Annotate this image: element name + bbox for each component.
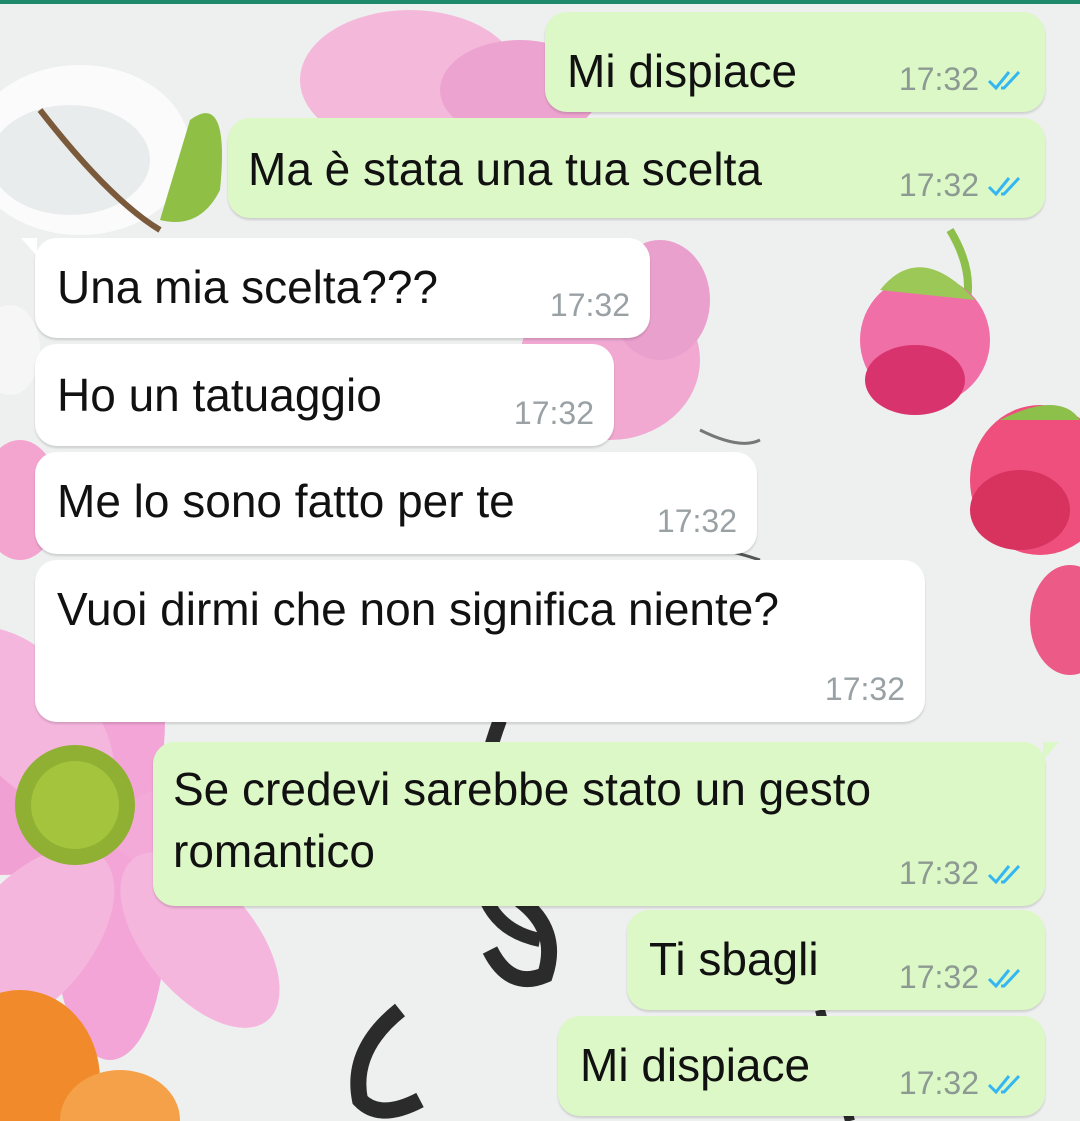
- incoming-message[interactable]: Vuoi dirmi che non significa niente? 17:…: [35, 560, 925, 722]
- outgoing-message[interactable]: Se credevi sarebbe stato un gesto romant…: [153, 742, 1059, 906]
- message-meta: 17:32: [550, 287, 630, 324]
- message-time: 17:32: [898, 167, 979, 203]
- toolbar-divider: [0, 0, 1080, 4]
- outgoing-message[interactable]: Mi dispiace 17:32: [558, 1016, 1045, 1116]
- incoming-message[interactable]: Ho un tatuaggio 17:32: [35, 344, 614, 446]
- message-text: Mi dispiace: [580, 1039, 811, 1091]
- message-time: 17:32: [656, 503, 737, 539]
- message-time: 17:32: [898, 855, 979, 891]
- message-time: 17:32: [824, 671, 905, 707]
- message-text: Se credevi sarebbe stato un gesto romant…: [173, 763, 872, 877]
- message-text: Vuoi dirmi che non significa niente?: [57, 583, 779, 635]
- outgoing-message[interactable]: Mi dispiace 17:32: [545, 12, 1045, 112]
- read-double-check-icon: [987, 70, 1021, 90]
- incoming-message[interactable]: Una mia scelta??? 17:32: [21, 238, 650, 338]
- message-time: 17:32: [898, 61, 979, 97]
- message-meta: 17:32: [657, 503, 737, 540]
- bubble-tail: [21, 238, 37, 256]
- message-meta: 17:32: [825, 671, 905, 708]
- message-meta: 17:32: [899, 1065, 1025, 1102]
- message-time: 17:32: [898, 1065, 979, 1101]
- message-meta: 17:32: [514, 395, 594, 432]
- message-time: 17:32: [513, 395, 594, 431]
- read-double-check-icon: [987, 176, 1021, 196]
- message-meta: 17:32: [899, 61, 1025, 98]
- outgoing-message[interactable]: Ma è stata una tua scelta 17:32: [228, 118, 1045, 218]
- message-meta: 17:32: [899, 855, 1025, 892]
- outgoing-message[interactable]: Ti sbagli 17:32: [627, 910, 1045, 1010]
- read-double-check-icon: [987, 1074, 1021, 1094]
- message-text: Ti sbagli: [649, 933, 819, 985]
- message-text: Mi dispiace: [567, 45, 798, 97]
- message-meta: 17:32: [899, 167, 1025, 204]
- read-double-check-icon: [987, 968, 1021, 988]
- message-meta: 17:32: [899, 959, 1025, 996]
- message-time: 17:32: [549, 287, 630, 323]
- message-text: Una mia scelta???: [57, 261, 438, 313]
- message-text: Me lo sono fatto per te: [57, 475, 515, 527]
- bubble-tail: [1043, 742, 1059, 760]
- read-double-check-icon: [987, 864, 1021, 884]
- message-text: Ho un tatuaggio: [57, 369, 382, 421]
- message-time: 17:32: [898, 959, 979, 995]
- message-text: Ma è stata una tua scelta: [248, 143, 762, 195]
- incoming-message[interactable]: Me lo sono fatto per te 17:32: [35, 452, 757, 554]
